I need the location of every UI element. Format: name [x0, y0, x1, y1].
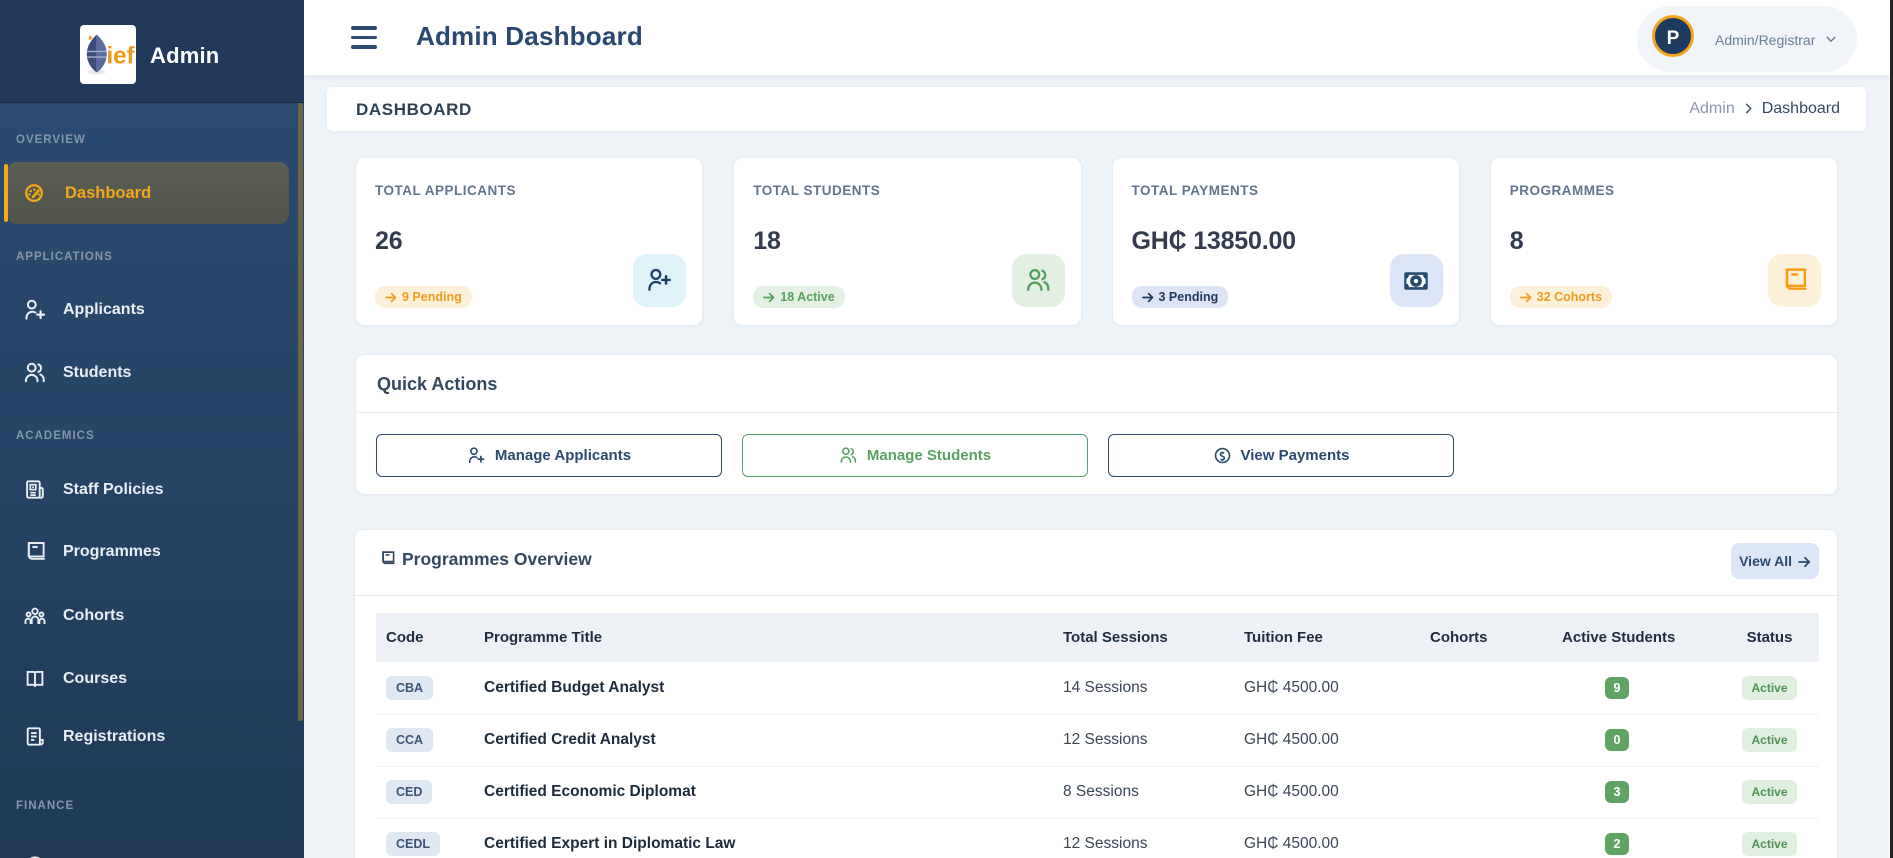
svg-text:ief: ief	[107, 43, 136, 70]
